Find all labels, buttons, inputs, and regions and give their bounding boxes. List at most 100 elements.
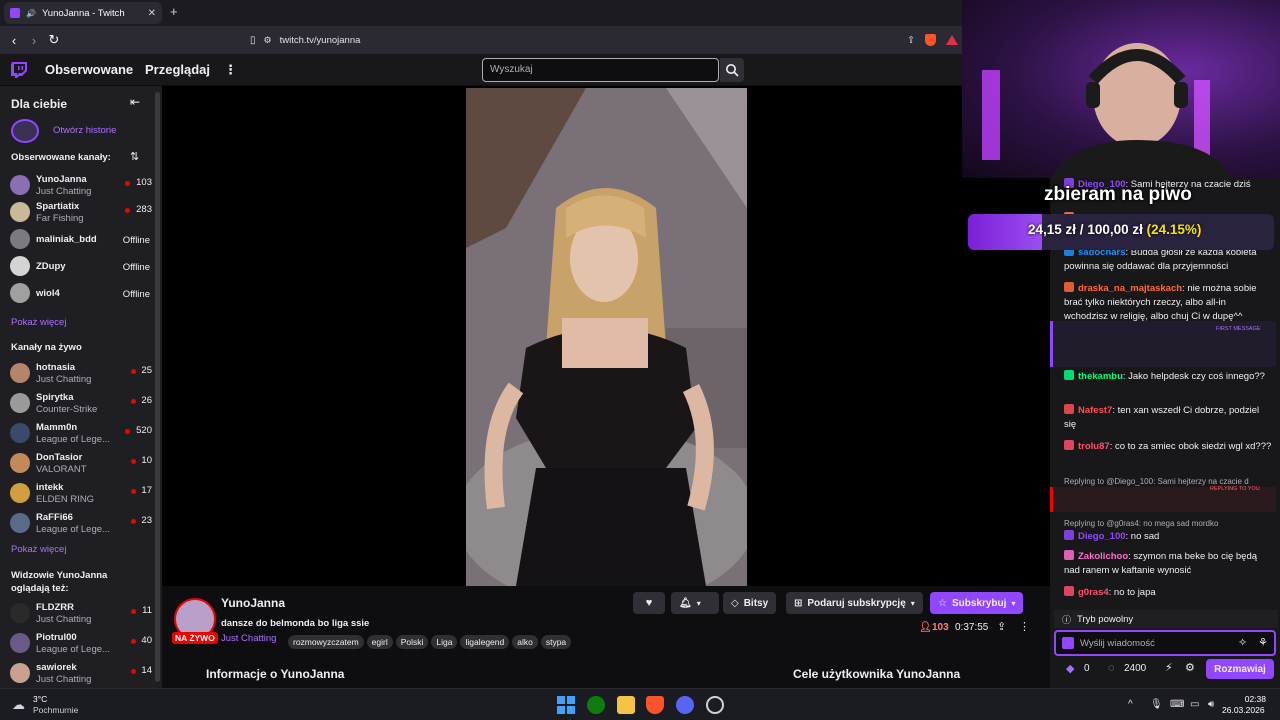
subscribe-button[interactable]: ☆ Subskrybuj ▾ [930,592,1024,614]
discord-icon[interactable] [676,696,694,714]
chat-username[interactable]: Nafest7 [1078,405,1112,416]
url-text[interactable]: twitch.tv/yunojanna [280,35,361,46]
sidebar-channel[interactable]: wiol4 Offline [10,281,152,307]
tab-close-icon[interactable]: ✕ [148,8,156,19]
chat-username[interactable]: draska_na_majtaskach [1078,283,1182,294]
more-options-icon[interactable]: ⋮ [1019,620,1030,633]
chat-username[interactable]: trolu87 [1078,441,1110,452]
chat-input[interactable]: Wyślij wiadomość ✧ ⚘ [1054,630,1276,656]
category-link[interactable]: Just Chatting [221,633,276,644]
sidebar-channel[interactable]: DonTasior VALORANT 10 [10,451,152,477]
keyboard-icon[interactable]: ⌨ [1170,699,1184,710]
chat-message[interactable]: g0ras4: no to japa [1064,586,1272,600]
nav-more-icon[interactable]: ⋮ [224,62,237,78]
sidebar-channel[interactable]: sawiorek Just Chatting 14 [10,661,152,687]
sidebar-channel[interactable]: ZDupy Offline [10,254,152,280]
share-icon[interactable]: ⇪ [907,35,915,46]
new-tab-button[interactable]: + [170,4,178,19]
site-info-icon[interactable]: ⚙ [264,35,272,46]
bits-gem-icon[interactable]: ◆ [1066,662,1074,675]
stream-tag[interactable]: stypa [540,635,572,649]
notifications-button[interactable]: 🔔︎ ▾ [671,592,719,614]
brave-browser-icon[interactable] [646,696,664,714]
nav-browse-link[interactable]: Przeglądaj [145,62,210,77]
chat-username[interactable]: Zakolichoo [1078,551,1128,562]
stream-tag[interactable]: rozmowyzczatem [288,635,364,649]
chevron-up-icon[interactable]: ^ [1128,699,1133,710]
reply-indicator-1[interactable]: Replying to @Diego_100: Sami hejterzy na… [1064,477,1274,486]
url-bar[interactable]: ▯ ⚙ twitch.tv/yunojanna ⇪ [244,29,962,51]
sidebar-channel[interactable]: Spirytka Counter-Strike 26 [10,391,152,417]
stream-tag[interactable]: alko [512,635,538,649]
chat-input-placeholder[interactable]: Wyślij wiadomość [1080,638,1155,649]
brave-shield-icon[interactable] [925,34,936,46]
hype-icon[interactable]: ⚡ [1165,661,1173,674]
weather-desc[interactable]: Pochmurnie [33,705,78,715]
network-icon[interactable]: ▭ [1190,699,1199,710]
volume-icon[interactable]: 🔊︎ [1208,699,1214,710]
start-icon[interactable] [557,696,575,714]
obs-icon[interactable] [706,696,724,714]
chat-username[interactable]: Diego_100 [1078,531,1126,542]
channel-points-icon[interactable]: ◌ [1108,662,1115,674]
show-more-followed[interactable]: Pokaż więcej [11,317,66,328]
xbox-icon[interactable] [587,696,605,714]
sidebar-channel[interactable]: YunoJanna Just Chatting 103 [10,173,152,199]
chat-message[interactable]: Nafest7: ten xan wszedł Ci dobrze, podzi… [1064,404,1272,432]
file-explorer-icon[interactable] [617,696,635,714]
chat-username[interactable]: thekambu [1078,371,1123,382]
sort-icon[interactable]: ⇅ [130,150,139,163]
chat-message[interactable]: draska_na_majtaskach: nie można sobie br… [1064,282,1272,324]
stream-tag[interactable]: ligalegend [460,635,510,649]
sidebar-channel[interactable]: hotnasia Just Chatting 25 [10,361,152,387]
sidebar-channel[interactable]: intekk ELDEN RING 17 [10,481,152,507]
chat-message[interactable]: trolu87: co to za smiec obok siedzi wgl … [1064,440,1272,454]
chat-message[interactable]: sadochars: Budda głosił że każda kobieta… [1064,246,1272,274]
sidebar-channel[interactable]: RaFFi66 League of Lege... 23 [10,511,152,537]
rewards-icon[interactable] [946,35,958,45]
open-stories-link[interactable]: Otwórz historie [53,125,116,136]
chat-settings-icon[interactable]: ⚙ [1185,661,1195,674]
back-icon[interactable]: ‹ [4,33,24,48]
show-more-live[interactable]: Pokaż więcej [11,544,66,555]
bookmark-icon[interactable]: ▯ [250,35,256,46]
sidebar-scrollbar[interactable] [155,92,160,682]
twitch-logo-icon[interactable] [10,61,28,79]
chat-message[interactable]: Diego_100: no sad [1064,530,1272,544]
nav-followed-link[interactable]: Obserwowane [45,62,133,77]
cloud-icon[interactable]: ☁ [12,697,25,713]
forward-icon[interactable]: › [24,33,44,48]
stream-video[interactable] [466,88,747,586]
extension-icon[interactable]: ⚘ [1258,636,1268,649]
chat-send-button[interactable]: Rozmawiaj [1206,659,1274,679]
microphone-icon[interactable]: 🎙︎ [1150,699,1163,710]
sidebar-channel[interactable]: Spartiatix Far Fishing 283 [10,200,152,226]
search-button[interactable] [720,58,744,82]
search-input[interactable]: Wyszukaj [482,58,719,82]
follow-button[interactable]: ♥ [633,592,665,614]
chat-username[interactable]: g0ras4 [1078,587,1109,598]
clock-time[interactable]: 02:38 [1230,694,1266,704]
sidebar-channel[interactable]: FLDZRR Just Chatting 11 [10,601,152,627]
reply-indicator-2[interactable]: Replying to @g0ras4: no mega sad mordko [1064,519,1218,528]
chat-message[interactable]: Zakolichoo: szymon ma beke bo cię będą n… [1064,550,1272,578]
channel-name[interactable]: YunoJanna [221,596,285,610]
bits-button[interactable]: ◇ Bitsy [723,592,777,614]
stream-tag[interactable]: egirl [366,635,393,649]
sidebar-channel[interactable]: maliniak_bdd Offline [10,227,152,253]
chat-badge-icon[interactable] [1062,637,1074,649]
collapse-sidebar-icon[interactable]: ⇤ [130,95,140,109]
sidebar-channel[interactable]: Piotrul00 League of Lege... 40 [10,631,152,657]
video-player[interactable] [162,86,1050,586]
gift-sub-button[interactable]: ⊞ Podaruj subskrypcję ▾ [786,592,923,614]
clock-date[interactable]: 26.03.2026 [1222,705,1265,715]
emote-picker-icon[interactable]: ✧ [1238,636,1247,649]
stream-tag[interactable]: Liga [431,635,458,649]
weather-temp[interactable]: 3°C [33,694,47,704]
share-icon[interactable]: ⇪ [997,620,1006,633]
stories-avatar[interactable] [11,119,39,143]
chat-message[interactable]: thekambu: Jako helpdesk czy coś innego?? [1064,370,1272,384]
sidebar-channel[interactable]: Mamm0n League of Lege... 520 [10,421,152,447]
browser-tab[interactable]: 🔊 YunoJanna - Twitch ✕ [4,2,162,24]
reload-icon[interactable]: ↻ [44,32,64,48]
